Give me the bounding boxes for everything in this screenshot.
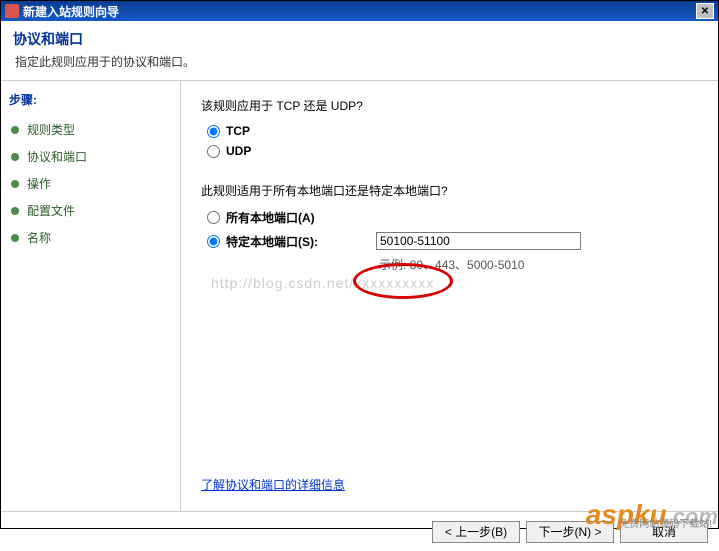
bullet-icon xyxy=(11,126,19,134)
back-button[interactable]: < 上一步(B) xyxy=(432,521,520,543)
radio-specific-ports-row: 特定本地端口(S): xyxy=(207,232,698,250)
sidebar-item-label: 配置文件 xyxy=(27,202,75,219)
port-example: 示例: 80、443、5000-5010 xyxy=(379,256,698,273)
radio-udp-row: UDP xyxy=(207,144,698,158)
radio-all-ports[interactable] xyxy=(207,211,220,224)
body: 步骤: 规则类型 协议和端口 操作 配置文件 名称 该规则应用于 TCP 还是 … xyxy=(1,81,718,511)
bullet-icon xyxy=(11,207,19,215)
sidebar-item-label: 名称 xyxy=(27,229,51,246)
sidebar-title: 步骤: xyxy=(9,91,172,108)
step-list: 规则类型 协议和端口 操作 配置文件 名称 xyxy=(9,116,172,251)
bullet-icon xyxy=(11,234,19,242)
radio-tcp-label: TCP xyxy=(226,124,250,138)
radio-udp[interactable] xyxy=(207,145,220,158)
watermark-text: http://blog.csdn.net/xxxxxxxxxx xyxy=(211,275,434,291)
radio-tcp[interactable] xyxy=(207,125,220,138)
sidebar: 步骤: 规则类型 协议和端口 操作 配置文件 名称 xyxy=(1,81,181,511)
wizard-window: 新建入站规则向导 ✕ 协议和端口 指定此规则应用于的协议和端口。 步骤: 规则类… xyxy=(0,0,719,529)
next-button[interactable]: 下一步(N) > xyxy=(526,521,614,543)
bullet-icon xyxy=(11,180,19,188)
radio-tcp-row: TCP xyxy=(207,124,698,138)
radio-specific-ports-label: 特定本地端口(S): xyxy=(226,233,376,250)
learn-more-link[interactable]: 了解协议和端口的详细信息 xyxy=(201,476,345,493)
question-ports: 此规则适用于所有本地端口还是特定本地端口? xyxy=(201,182,698,199)
window-title: 新建入站规则向导 xyxy=(23,3,696,20)
radio-all-ports-label: 所有本地端口(A) xyxy=(226,209,376,226)
footer: < 上一步(B) 下一步(N) > 取消 xyxy=(1,511,718,551)
radio-all-ports-row: 所有本地端口(A) xyxy=(207,209,698,226)
question-protocol: 该规则应用于 TCP 还是 UDP? xyxy=(201,97,698,114)
radio-specific-ports[interactable] xyxy=(207,235,220,248)
page-description: 指定此规则应用于的协议和端口。 xyxy=(15,53,706,70)
radio-udp-label: UDP xyxy=(226,144,251,158)
page-title: 协议和端口 xyxy=(13,29,706,49)
header: 协议和端口 指定此规则应用于的协议和端口。 xyxy=(1,21,718,81)
content: 该规则应用于 TCP 还是 UDP? TCP UDP 此规则适用于所有本地端口还… xyxy=(181,81,718,511)
port-group: 所有本地端口(A) 特定本地端口(S): 示例: 80、443、5000-501… xyxy=(207,209,698,273)
protocol-group: TCP UDP xyxy=(207,124,698,158)
close-button[interactable]: ✕ xyxy=(696,3,714,19)
sidebar-item-label: 操作 xyxy=(27,175,51,192)
sidebar-item-label: 规则类型 xyxy=(27,121,75,138)
sidebar-item-rule-type[interactable]: 规则类型 xyxy=(9,116,172,143)
bullet-icon xyxy=(11,153,19,161)
sidebar-item-name[interactable]: 名称 xyxy=(9,224,172,251)
app-icon xyxy=(5,4,19,18)
titlebar: 新建入站规则向导 ✕ xyxy=(1,1,718,21)
sidebar-item-action[interactable]: 操作 xyxy=(9,170,172,197)
sidebar-item-protocol-port[interactable]: 协议和端口 xyxy=(9,143,172,170)
port-input[interactable] xyxy=(376,232,581,250)
sidebar-item-profile[interactable]: 配置文件 xyxy=(9,197,172,224)
cancel-button[interactable]: 取消 xyxy=(620,521,708,543)
sidebar-item-label: 协议和端口 xyxy=(27,148,87,165)
